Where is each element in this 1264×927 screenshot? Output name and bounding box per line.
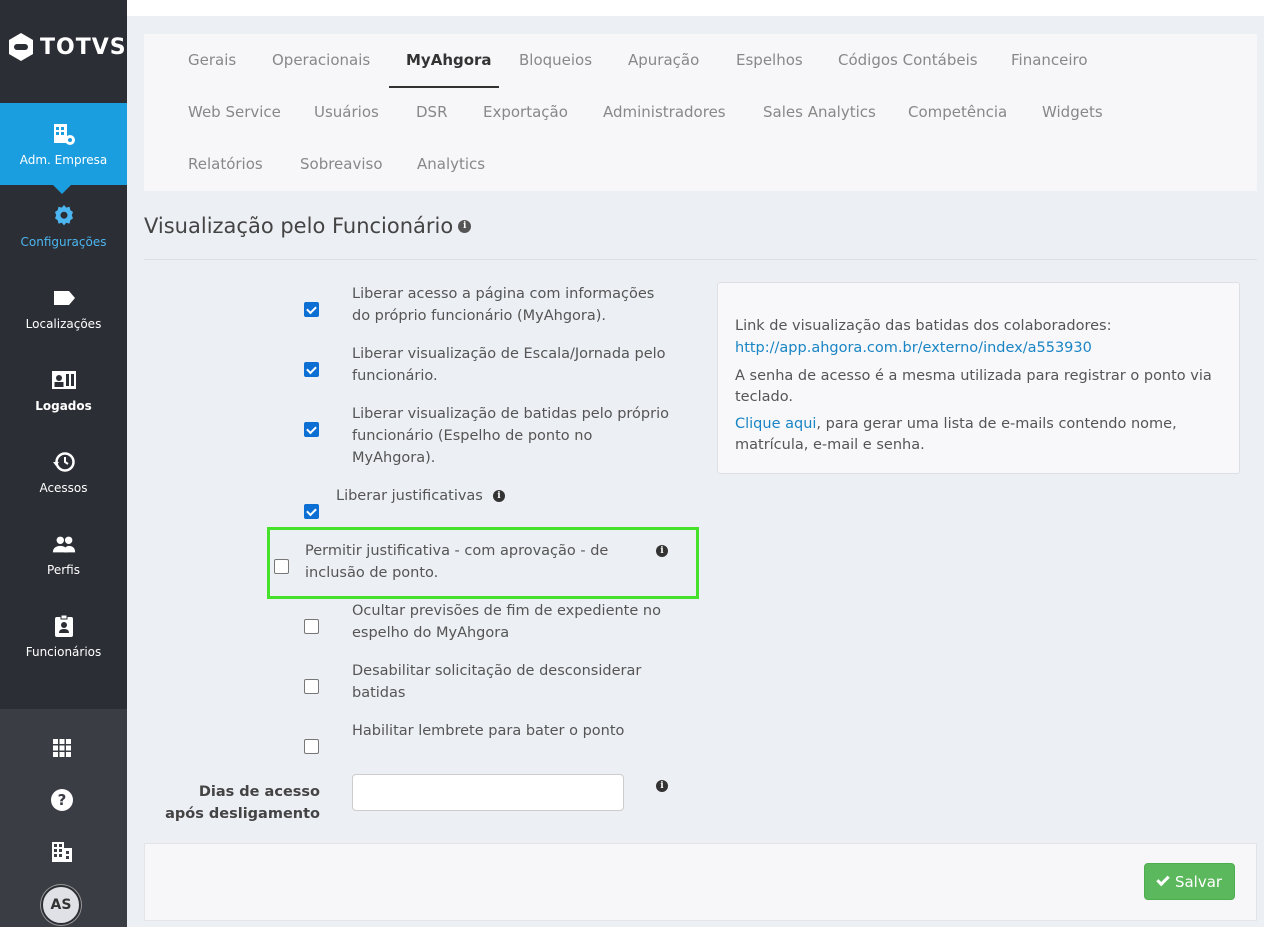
sidebar-item-label: Funcionários	[25, 645, 102, 659]
history-icon	[51, 449, 77, 475]
apps-grid-icon[interactable]	[50, 736, 74, 760]
tab-dsr[interactable]: DSR	[416, 103, 448, 121]
info-icon[interactable]: i	[493, 490, 505, 502]
avatar[interactable]: AS	[41, 885, 81, 925]
sidebar-item-label: Logados	[35, 399, 92, 413]
checkbox-permitir-justificativa-aprovacao[interactable]	[274, 559, 289, 574]
info-icon[interactable]: i	[656, 780, 668, 792]
svg-text:?: ?	[58, 791, 67, 809]
logo-text: TOTVS	[40, 34, 127, 60]
sidebar-item-label: Configurações	[20, 235, 107, 249]
checkbox-liberar-batidas[interactable]	[304, 422, 319, 437]
users-icon	[51, 531, 77, 557]
option-label: Liberar acesso a página com informações …	[352, 286, 655, 324]
tab-financeiro[interactable]: Financeiro	[1011, 51, 1088, 69]
tab-operacionais[interactable]: Operacionais	[272, 51, 370, 69]
tab-sobreaviso[interactable]: Sobreaviso	[300, 155, 383, 173]
info-box: Link de visualização das batidas dos col…	[717, 282, 1240, 474]
dias-acesso-input[interactable]	[352, 774, 624, 811]
tab-widgets[interactable]: Widgets	[1042, 103, 1103, 121]
sidebar-item-configuracoes[interactable]: Configurações	[0, 185, 127, 267]
option-label: Permitir justificativa - com aprovação -…	[305, 543, 609, 581]
info-icon[interactable]: i	[656, 545, 668, 557]
tab-gerais[interactable]: Gerais	[188, 51, 236, 69]
gear-icon	[51, 203, 77, 229]
save-button-label: Salvar	[1174, 872, 1223, 891]
sidebar-item-acessos[interactable]: Acessos	[0, 431, 127, 513]
sidebar-item-label: Perfis	[47, 563, 80, 577]
help-icon[interactable]: ?	[50, 788, 74, 812]
checkbox-liberar-escala-jornada[interactable]	[304, 362, 319, 377]
sidebar-item-localizacoes[interactable]: Localizações	[0, 267, 127, 349]
sidebar-item-label: Localizações	[25, 317, 102, 331]
info-box-line2: A senha de acesso é a mesma utilizada pa…	[735, 368, 1212, 405]
totvs-logo[interactable]: TOTVS	[8, 32, 127, 62]
tab-usuarios[interactable]: Usuários	[314, 103, 379, 121]
tab-bloqueios[interactable]: Bloqueios	[519, 51, 592, 69]
tag-icon	[51, 285, 77, 311]
checkbox-habilitar-lembrete[interactable]	[304, 739, 319, 754]
info-box-line3: Clique aqui, para gerar uma lista de e-m…	[735, 414, 1230, 456]
external-link[interactable]: http://app.ahgora.com.br/externo/index/a…	[735, 338, 1230, 359]
sidebar-item-label: Adm. Empresa	[19, 153, 108, 167]
top-bar	[127, 0, 1264, 16]
sidebar-item-logados[interactable]: Logados	[0, 349, 127, 431]
checkbox-desabilitar-desconsiderar[interactable]	[304, 679, 319, 694]
sidebar-item-label: Acessos	[39, 481, 88, 495]
badge-icon	[51, 613, 77, 639]
totvs-logo-icon	[8, 32, 34, 62]
tab-web-service[interactable]: Web Service	[188, 103, 281, 121]
tab-myahgora[interactable]: MyAhgora	[406, 51, 492, 69]
tab-competencia[interactable]: Competência	[908, 103, 1007, 121]
section-title-text: Visualização pelo Funcionário	[144, 214, 454, 238]
section-divider	[144, 259, 1257, 260]
tab-sales-analytics[interactable]: Sales Analytics	[763, 103, 876, 121]
save-button[interactable]: Salvar	[1144, 863, 1235, 900]
id-card-icon	[51, 367, 77, 393]
tab-codigos-contabeis[interactable]: Códigos Contábeis	[838, 51, 978, 69]
tab-espelhos[interactable]: Espelhos	[736, 51, 803, 69]
sidebar-item-adm-empresa[interactable]: Adm. Empresa	[0, 103, 127, 194]
tab-administradores[interactable]: Administradores	[603, 103, 726, 121]
tab-exportacao[interactable]: Exportação	[483, 103, 568, 121]
option-label: Liberar visualização de Escala/Jornada p…	[352, 346, 666, 384]
checkbox-liberar-acesso-myahgora[interactable]	[304, 302, 319, 317]
info-icon[interactable]: i	[458, 219, 472, 233]
option-label: Ocultar previsões de fim de expediente n…	[352, 603, 661, 641]
footer-panel	[144, 843, 1257, 921]
check-icon	[1156, 872, 1170, 887]
active-tab-indicator	[389, 86, 499, 88]
building-gear-icon	[51, 121, 77, 147]
option-label: Liberar visualização de batidas pelo pró…	[352, 406, 669, 466]
sidebar: TOTVS Adm. Empresa Configurações Localiz…	[0, 0, 127, 927]
checkbox-liberar-justificativas[interactable]	[304, 504, 319, 519]
option-label: Habilitar lembrete para bater o ponto	[352, 723, 625, 739]
tab-analytics[interactable]: Analytics	[417, 155, 485, 173]
checkbox-ocultar-previsoes[interactable]	[304, 619, 319, 634]
company-icon[interactable]	[50, 840, 74, 864]
option-label: Desabilitar solicitação de desconsiderar…	[352, 663, 642, 701]
sidebar-item-funcionarios[interactable]: Funcionários	[0, 595, 127, 677]
tab-relatorios[interactable]: Relatórios	[188, 155, 263, 173]
tab-apuracao[interactable]: Apuração	[628, 51, 699, 69]
option-label: Liberar justificativas	[336, 488, 483, 504]
section-title: Visualização pelo Funcionário i	[144, 214, 472, 238]
dias-acesso-label: Dias de acesso após desligamento	[165, 784, 320, 822]
info-box-line1: Link de visualização das batidas dos col…	[735, 318, 1112, 334]
clique-aqui-link[interactable]: Clique aqui	[735, 416, 816, 432]
sidebar-item-perfis[interactable]: Perfis	[0, 513, 127, 595]
